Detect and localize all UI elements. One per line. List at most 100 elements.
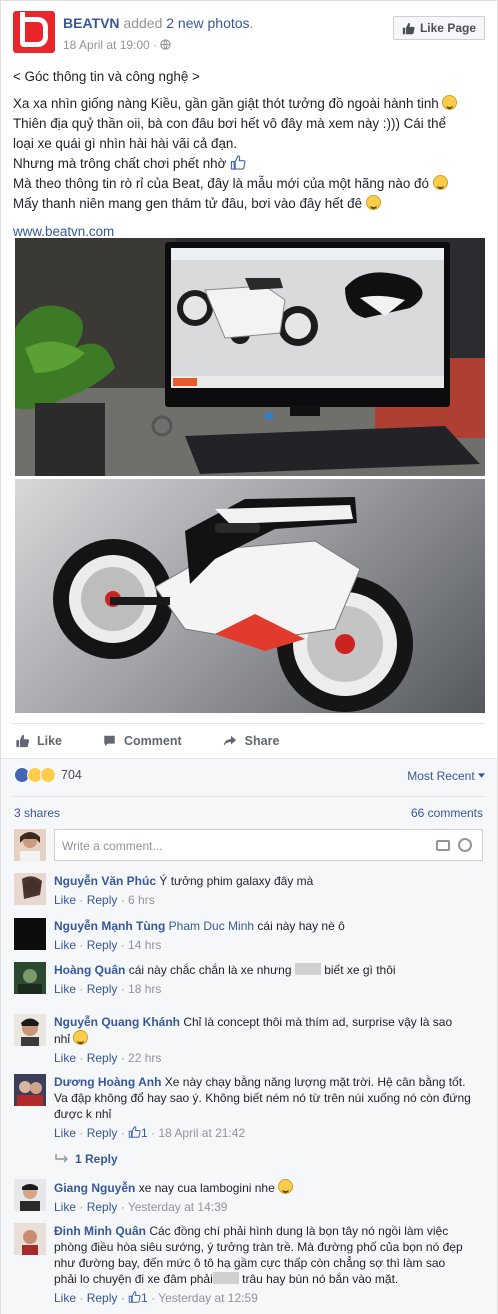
- comment-time[interactable]: 18 April at 21:42: [158, 1126, 245, 1140]
- post-photo-bike[interactable]: [15, 479, 485, 713]
- comment-reply-link[interactable]: Reply: [87, 1051, 118, 1065]
- comment-order-label: Most Recent: [407, 769, 475, 783]
- comment-time[interactable]: Yesterday at 14:39: [128, 1200, 228, 1214]
- comment-author[interactable]: Đinh Minh Quân: [54, 1224, 146, 1238]
- post-action-bar: Like Comment Share: [13, 723, 485, 757]
- comments-count[interactable]: 66 comments: [411, 806, 483, 820]
- comment-like-count[interactable]: 1: [141, 1126, 148, 1140]
- post-line: Mà theo thông tin rò rỉ của Beat, đây là…: [13, 174, 491, 194]
- post-line-text: Mà theo thông tin rò rỉ của Beat, đây là…: [13, 176, 429, 191]
- comment-mention[interactable]: Pham Duc Minh: [169, 919, 254, 933]
- post-line: loại xe quái gì nhìn hài hài vãi cả đạn.: [13, 136, 238, 151]
- reactions-count: 704: [61, 768, 82, 782]
- comment-text: Các đồng chí phải hình dung là bọn tây n…: [149, 1224, 449, 1238]
- comment-like-link[interactable]: Like: [54, 1200, 76, 1214]
- comment-label: Comment: [124, 733, 182, 748]
- comment-reply-link[interactable]: Reply: [87, 1291, 118, 1305]
- reply-arrow-icon: [55, 1154, 68, 1163]
- comment-body: Nguyễn Mạnh Tùng Pham Duc Minh cái này h…: [54, 918, 487, 953]
- replies-count: 1 Reply: [75, 1152, 118, 1166]
- chevron-down-icon: [478, 773, 485, 778]
- avatar: [14, 918, 46, 950]
- comment-reply-link[interactable]: Reply: [87, 982, 118, 996]
- bike-photo-illustration: [53, 497, 413, 712]
- comment-like-link[interactable]: Like: [54, 1126, 76, 1140]
- post-header: BEATVN added 2 new photos. 18 April at 1…: [13, 11, 485, 61]
- post-timestamp[interactable]: 18 April at 19:00: [63, 38, 150, 52]
- comment-time[interactable]: 14 hrs: [128, 938, 161, 952]
- meta-separator: ·: [149, 38, 161, 52]
- comment-body: Nguyễn Văn Phúc Ý tưởng phim galaxy đây …: [54, 873, 487, 908]
- avatar: [14, 962, 46, 994]
- comment-time[interactable]: 22 hrs: [128, 1051, 161, 1065]
- like-label: Like: [37, 733, 63, 748]
- comment-time[interactable]: Yesterday at 12:59: [158, 1291, 258, 1305]
- post-line: Mấy thanh niên mang gen thám tử đâu, bơi…: [13, 194, 491, 214]
- post-header-title: BEATVN added 2 new photos.: [63, 15, 253, 31]
- thumbs-up-icon: [128, 1126, 141, 1138]
- beatvn-logo-icon: [20, 12, 48, 47]
- comment-body: Nguyễn Quang Khánh Chỉ là concept thôi m…: [54, 1014, 487, 1066]
- comment-order-dropdown[interactable]: Most Recent: [407, 769, 485, 783]
- avatar: [14, 1074, 46, 1106]
- comment-reply-link[interactable]: Reply: [87, 1126, 118, 1140]
- grinning-emoji-icon: [73, 1030, 89, 1045]
- comment-time[interactable]: 6 hrs: [128, 893, 155, 907]
- laughing-emoji-icon: [432, 175, 448, 190]
- comment-like-count[interactable]: 1: [141, 1291, 148, 1305]
- comment-button[interactable]: Comment: [102, 734, 182, 748]
- comment-like-link[interactable]: Like: [54, 982, 76, 996]
- comment-text: nhỉ: [54, 1032, 71, 1046]
- page-logo[interactable]: [13, 11, 55, 53]
- photos-link[interactable]: 2 new photos: [166, 15, 249, 31]
- comment-text: cái này chắc chắn là xe nhưng: [128, 963, 292, 977]
- reactions-summary[interactable]: 704: [14, 767, 82, 783]
- comment-reply-link[interactable]: Reply: [87, 1200, 118, 1214]
- comment-reply-link[interactable]: Reply: [87, 893, 118, 907]
- comment-author[interactable]: Nguyễn Văn Phúc: [54, 874, 156, 888]
- comment-text: Xe này chạy bằng năng lượng mặt trời. Hệ…: [164, 1075, 466, 1089]
- comment-author[interactable]: Dương Hoàng Anh: [54, 1075, 161, 1089]
- emoji-picker-icon[interactable]: [458, 838, 472, 852]
- shares-count[interactable]: 3 shares: [14, 806, 60, 820]
- comment-author[interactable]: Hoàng Quân: [54, 963, 125, 977]
- comment-body: Hoàng Quân cái này chắc chắn là xe nhưng…: [54, 962, 487, 997]
- post-line: Thiên địa quỷ thần oii, bà con đâu bơi h…: [13, 116, 447, 131]
- comment-input-placeholder: Write a comment...: [62, 839, 163, 853]
- comment-author[interactable]: Giang Nguyễn: [54, 1181, 135, 1195]
- comment-text: Ý tưởng phim galaxy đây mà: [159, 874, 314, 888]
- like-button[interactable]: Like: [15, 734, 62, 748]
- comment-meta: Like · Reply · 18 hrs: [54, 982, 162, 996]
- post-line-text: Mấy thanh niên mang gen thám tử đâu, bơi…: [13, 196, 363, 211]
- comment-like-link[interactable]: Like: [54, 938, 76, 952]
- comment-meta: Like · Reply · Yesterday at 14:39: [54, 1200, 228, 1214]
- avatar: [14, 1223, 46, 1255]
- comment-meta: Like · Reply · 1 · Yesterday at 12:59: [54, 1291, 258, 1305]
- share-icon: [223, 735, 236, 746]
- comment-like-link[interactable]: Like: [54, 1291, 76, 1305]
- comment-meta: Like · Reply · 22 hrs: [54, 1051, 162, 1065]
- comment-reply-link[interactable]: Reply: [87, 938, 118, 952]
- comment-like-link[interactable]: Like: [54, 1051, 76, 1065]
- comment-text: được k nhỉ: [54, 1107, 112, 1121]
- comment-like-link[interactable]: Like: [54, 893, 76, 907]
- post-line-text: Xa xa nhìn giống nàng Kiều, gần gần giật…: [13, 96, 439, 111]
- comment-meta: Like · Reply · 1 · 18 April at 21:42: [54, 1126, 246, 1140]
- comment-composer: Write a comment...: [14, 829, 485, 863]
- post-photo-monitor[interactable]: [15, 238, 485, 476]
- like-page-button[interactable]: Like Page: [392, 16, 485, 40]
- view-replies-link[interactable]: 1 Reply: [55, 1152, 118, 1166]
- share-button[interactable]: Share: [222, 734, 279, 748]
- comment-input[interactable]: Write a comment...: [54, 829, 483, 861]
- camera-icon[interactable]: [436, 840, 450, 851]
- comment-text: cái này hay nè ô: [257, 919, 345, 933]
- thumbs-up-icon: [128, 1291, 141, 1303]
- wow-reaction-icon: [40, 767, 56, 783]
- page-name-link[interactable]: BEATVN: [63, 15, 120, 31]
- post-line: Xa xa nhìn giống nàng Kiều, gần gần giật…: [13, 94, 491, 114]
- comment-time[interactable]: 18 hrs: [128, 982, 161, 996]
- comment-text: phòng điều hòa siêu sướng, ý tưởng tràn …: [54, 1240, 463, 1254]
- post-body: < Góc thông tin và công nghệ > Xa xa nhì…: [13, 67, 491, 242]
- comment-author[interactable]: Nguyễn Quang Khánh: [54, 1015, 180, 1029]
- comment-author[interactable]: Nguyễn Mạnh Tùng: [54, 919, 165, 933]
